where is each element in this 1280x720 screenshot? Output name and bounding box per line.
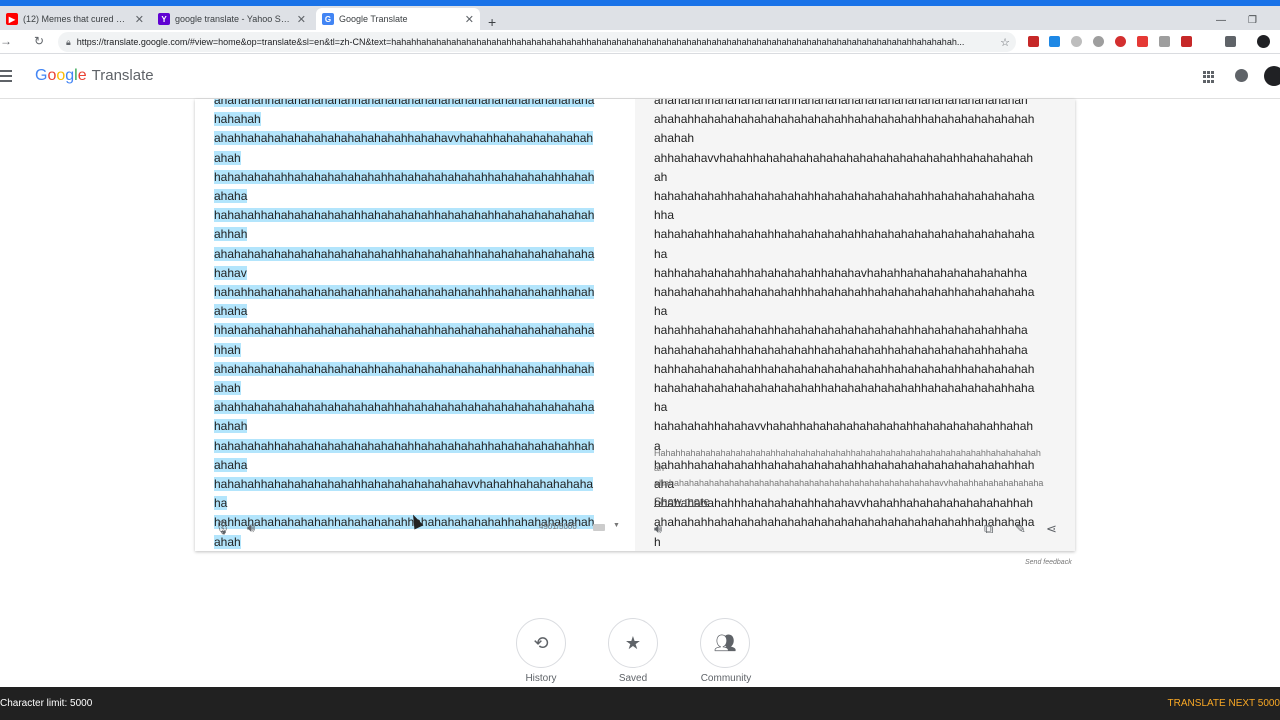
- send-feedback-link[interactable]: Send feedback: [1025, 559, 1072, 566]
- profile-icon[interactable]: [1257, 35, 1270, 48]
- address-bar[interactable]: 🔒︎ https://translate.google.com/#view=ho…: [58, 32, 1016, 52]
- translation-text-line: hahhahahahahahhahahahahahhahahavhahahhah…: [654, 265, 1028, 280]
- history-button[interactable]: ⟲: [516, 618, 566, 668]
- notifications-icon[interactable]: [1235, 69, 1248, 82]
- copy-icon[interactable]: ⧉: [984, 521, 993, 537]
- menu-icon[interactable]: [0, 70, 12, 85]
- source-text-line: hahahahahahhahahahahahahahhahahahahahaha…: [214, 169, 595, 204]
- speaker-icon[interactable]: 🔊︎: [654, 521, 662, 537]
- microphone-icon[interactable]: 🎙︎: [214, 520, 231, 536]
- youtube-icon: ▶: [6, 13, 18, 25]
- source-text-line: ahahahahahahahahahahahahhahahahahahahaha…: [214, 361, 595, 396]
- saved-label: Saved: [618, 673, 648, 684]
- url-text: https://translate.google.com/#view=home&…: [76, 37, 965, 47]
- community-icon: 👥︎: [713, 632, 737, 653]
- source-text-line: hahahahhahahahahahahahhahahahahahhahahah…: [214, 208, 595, 242]
- translation-text-line: hhahahahahahhhahahahahahhahahavvhahahhah…: [654, 496, 1034, 511]
- tab-title: google translate - Yahoo Search: [175, 14, 291, 24]
- reload-icon[interactable]: ↻: [34, 34, 44, 48]
- tab-title: Google Translate: [339, 14, 408, 24]
- translation-text-line: ahahahhahahahahahahahahahahahhahahahahah…: [654, 112, 1035, 146]
- google-translate-logo[interactable]: Google Translate: [35, 67, 154, 85]
- avatar[interactable]: [1264, 66, 1280, 86]
- target-panel: ahahahahhahahahahahahhahahahahahahahahah…: [635, 99, 1075, 551]
- romanization-text: Hahahhahahahahahahahahahhahahahahahahahh…: [654, 446, 1044, 491]
- restore-icon[interactable]: ❐: [1248, 15, 1257, 26]
- source-text-line: hahahahhahahahahahahahhahahahahahahahavv…: [214, 477, 594, 511]
- tab-title: (12) Memes that cured my cancer: [23, 14, 129, 24]
- extension-icon[interactable]: [1181, 36, 1192, 47]
- translation-card: ahahahahhahahahahahahhahahahahahahahahah…: [195, 99, 1075, 551]
- source-text-line: ahahahahhahahahahahahhahahahahahahahahah…: [214, 99, 596, 129]
- address-bar-row: → ↻ 🔒︎ https://translate.google.com/#vie…: [0, 30, 1280, 54]
- extension-icon[interactable]: [1049, 36, 1060, 47]
- translation-text-line: ahahahahhahahahahahahhahahahahahahahahah…: [654, 99, 1028, 107]
- extension-icon[interactable]: [1093, 36, 1104, 47]
- translation-text-line: hahahahahhahahahahhahahahahahahhahahahah…: [654, 227, 1035, 261]
- source-text-line: ahahahahahahahahahahahahahahhahahahahahh…: [214, 246, 595, 280]
- tab-google-translate[interactable]: G Google Translate ✕: [316, 8, 480, 30]
- apps-grid-icon[interactable]: [1203, 71, 1215, 83]
- romanization-line: ahahahahahahahahahahahahahahahahahahahah…: [654, 478, 1044, 488]
- translation-text-line: hahahhahahahahahahhahahahahahahahahahahh…: [654, 323, 1028, 338]
- extension-icon[interactable]: [1225, 36, 1236, 47]
- bookmark-star-icon[interactable]: ☆: [996, 35, 1010, 49]
- source-text-line: hhahahahahahhahahahahahahahahahahhahahah…: [214, 323, 595, 357]
- character-limit-text: Character limit: 5000: [0, 698, 93, 709]
- back-icon[interactable]: →: [0, 34, 12, 48]
- translation-text-line: hahahahahahahahahahahahahhahahahahahahah…: [654, 381, 1035, 415]
- translation-text-line: ahahahahhahahahahahahahahahahahahahahaha…: [654, 515, 1035, 549]
- source-text-line: ahahhahahahahahahahahahahahahhahahavvhah…: [214, 131, 594, 165]
- character-counter: 4901/5000: [539, 522, 577, 531]
- source-text-line: hahahahahhahahahahahahahahahahhahahahaha…: [214, 438, 595, 472]
- translate-header: Google Translate: [0, 55, 1280, 99]
- tab-bar: ▶ (12) Memes that cured my cancer ✕ Y go…: [0, 6, 1280, 30]
- extension-icon[interactable]: [1137, 36, 1148, 47]
- edit-icon[interactable]: ✎: [1015, 521, 1026, 537]
- star-icon: ★: [624, 632, 642, 653]
- status-bar: Character limit: 5000 TRANSLATE NEXT 500…: [0, 687, 1280, 720]
- tab-yahoo-search[interactable]: Y google translate - Yahoo Search ✕: [152, 8, 312, 30]
- romanization-line: Hahahhahahahahahahahahahhahahahahahahahh…: [654, 448, 1041, 473]
- translation-text-line: hahahahahahhahahahahahahhahahahahahahaha…: [654, 189, 1035, 223]
- extension-icon[interactable]: [1115, 36, 1126, 47]
- translate-next-button[interactable]: TRANSLATE NEXT 5000: [1168, 698, 1280, 709]
- speaker-icon[interactable]: 🔊︎: [247, 520, 255, 536]
- extension-icon[interactable]: [1159, 36, 1170, 47]
- keyboard-icon[interactable]: [593, 524, 605, 531]
- source-text-line: ahahhahahahahahahahahahahahhahahahahahah…: [214, 400, 595, 434]
- history-icon: ⟲: [533, 632, 549, 653]
- close-icon[interactable]: ✕: [297, 13, 306, 26]
- saved-button[interactable]: ★: [608, 618, 658, 668]
- logo-translate-text: Translate: [91, 67, 154, 84]
- extension-icon[interactable]: [1028, 36, 1039, 47]
- history-label: History: [525, 673, 557, 684]
- translation-text-line: ahhahahavvhahahhahahahahahahahahahahahah…: [654, 150, 1034, 184]
- translation-text-line: hahahahahahahhahahahahahhahahahahahhahah…: [654, 342, 1028, 357]
- community-button[interactable]: 👥︎: [700, 618, 750, 668]
- community-label: Community: [700, 673, 752, 684]
- source-text-line: hahahhahahahahahahahahahhahahahahahahaha…: [214, 285, 595, 319]
- source-panel[interactable]: ahahahahhahahahahahahhahahahahahahahahah…: [195, 99, 635, 551]
- new-tab-icon[interactable]: +: [488, 14, 496, 30]
- close-icon[interactable]: ✕: [135, 13, 144, 26]
- chevron-down-icon[interactable]: ▼: [613, 522, 620, 529]
- translation-text-line: hahhahahahahahahhahahahahahahahahahhahah…: [654, 361, 1035, 376]
- lock-icon: 🔒︎: [66, 36, 71, 47]
- source-textarea[interactable]: ahahahahhahahahahahahhahahahahahahahahah…: [214, 99, 596, 551]
- translation-text-line: hahahahahahhahahahahahhhahahahahhahahaha…: [654, 285, 1035, 319]
- google-translate-icon: G: [322, 13, 334, 25]
- source-text-line: hahhahahahahahahahhahahahahahhahahahahah…: [214, 515, 595, 549]
- share-icon[interactable]: ⋖: [1046, 521, 1057, 537]
- yahoo-icon: Y: [158, 13, 170, 25]
- tab-memes[interactable]: ▶ (12) Memes that cured my cancer ✕: [0, 8, 150, 30]
- show-more-link[interactable]: Show more: [654, 496, 710, 508]
- minimize-icon[interactable]: —: [1216, 15, 1226, 26]
- close-icon[interactable]: ✕: [465, 13, 474, 26]
- extension-icon[interactable]: [1071, 36, 1082, 47]
